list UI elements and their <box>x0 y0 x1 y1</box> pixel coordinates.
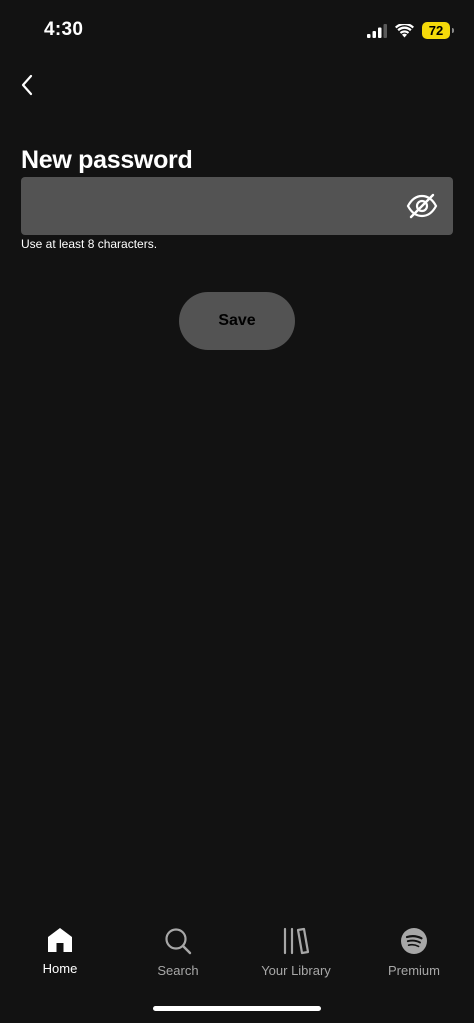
nav-label-home: Home <box>42 961 78 976</box>
status-time: 4:30 <box>44 19 84 40</box>
home-indicator[interactable] <box>153 1006 321 1011</box>
password-hint: Use at least 8 characters. <box>21 237 158 251</box>
spotify-icon <box>401 928 427 954</box>
status-icons: 72 <box>367 22 454 39</box>
wifi-icon <box>395 23 414 37</box>
password-reset-screen: 4:30 72 New password Use at least 8 char… <box>0 0 474 1023</box>
battery-indicator: 72 <box>422 22 454 39</box>
status-bar: 4:30 72 <box>0 0 474 60</box>
nav-item-library[interactable]: Your Library <box>237 927 355 978</box>
nav-item-premium[interactable]: Premium <box>355 927 473 978</box>
password-input[interactable] <box>21 177 401 235</box>
library-icon <box>283 927 310 955</box>
save-button[interactable]: Save <box>179 292 295 350</box>
show-password-toggle[interactable] <box>405 191 439 221</box>
battery-level: 72 <box>428 23 444 38</box>
nav-item-search[interactable]: Search <box>119 927 237 978</box>
search-icon <box>165 928 192 955</box>
page-title: New password <box>21 146 193 174</box>
nav-item-home[interactable]: Home <box>1 927 119 976</box>
home-icon <box>48 928 72 952</box>
eye-slash-icon <box>406 193 438 219</box>
password-field[interactable] <box>21 177 453 235</box>
chevron-left-icon <box>21 74 33 96</box>
nav-label-library: Your Library <box>261 963 331 978</box>
signal-icon <box>367 23 387 38</box>
nav-label-premium: Premium <box>387 963 440 978</box>
back-button[interactable] <box>12 70 42 100</box>
nav-label-search: Search <box>157 963 199 978</box>
